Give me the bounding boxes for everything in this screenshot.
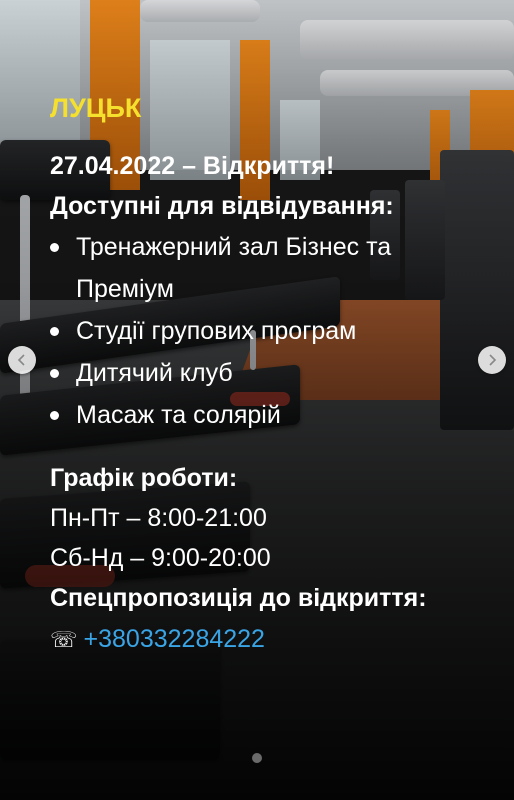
available-list: Тренажерний зал Бізнес та Преміум Студії…: [50, 226, 470, 436]
carousel-prev-button[interactable]: [8, 346, 36, 374]
phone-icon: ☏: [50, 628, 78, 653]
carousel-slide: ЛУЦЬК 27.04.2022 – Відкриття! Доступні д…: [0, 0, 514, 800]
bullet-icon: [50, 411, 59, 420]
carousel-pagination: [0, 753, 514, 763]
phone-line: ☏ +380332284222: [50, 618, 470, 662]
available-heading: Доступні для відвідування:: [50, 192, 394, 220]
chevron-left-icon: [17, 354, 25, 366]
opening-date: 27.04.2022 – Відкриття!: [50, 152, 335, 180]
list-item: Студії групових програм: [50, 310, 470, 352]
schedule-heading: Графік роботи:: [50, 464, 238, 492]
list-item: Тренажерний зал Бізнес та Преміум: [50, 226, 470, 310]
list-item: Дитячий клуб: [50, 352, 470, 394]
chevron-right-icon: [489, 354, 497, 366]
slide-content: ЛУЦЬК 27.04.2022 – Відкриття! Доступні д…: [50, 84, 470, 662]
bullet-icon: [50, 243, 59, 252]
bullet-icon: [50, 327, 59, 336]
carousel-next-button[interactable]: [478, 346, 506, 374]
city-title: ЛУЦЬК: [50, 93, 142, 123]
schedule-weekdays: Пн-Пт – 8:00-21:00: [50, 504, 267, 532]
schedule-weekend: Сб-Нд – 9:00-20:00: [50, 544, 271, 572]
special-offer-heading: Спецпропозиція до відкриття:: [50, 584, 427, 612]
phone-link[interactable]: +380332284222: [84, 625, 265, 653]
carousel-dot[interactable]: [252, 753, 262, 763]
bullet-icon: [50, 369, 59, 378]
list-item: Масаж та солярій: [50, 394, 470, 436]
